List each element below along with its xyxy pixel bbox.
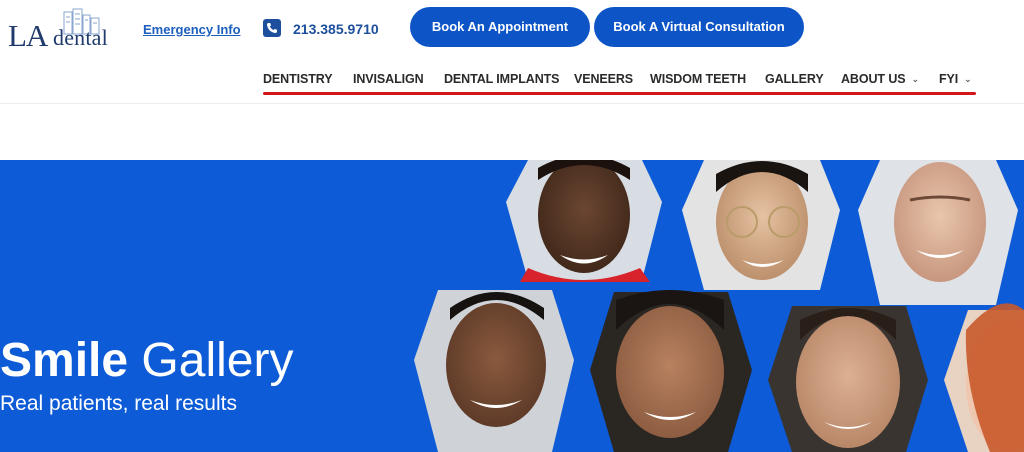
nav-item-label: ABOUT US: [841, 72, 906, 86]
phone-number-link[interactable]: 213.385.9710: [293, 21, 379, 37]
logo-text-la: LA: [8, 18, 48, 53]
nav-item-label: WISDOM TEETH: [650, 72, 747, 86]
hero-subtitle: Real patients, real results: [0, 392, 237, 415]
patient-photo: [768, 306, 928, 452]
patient-photo: [506, 160, 662, 282]
nav-item-fyi[interactable]: FYI ⌄: [939, 72, 972, 86]
nav-item-label: INVISALIGN: [353, 72, 424, 86]
nav-item-veneers[interactable]: VENEERS: [574, 72, 633, 86]
site-header: LA dental Emergency Info 213.385.9710 Bo…: [0, 0, 1024, 104]
hero-title: Smile Gallery: [0, 337, 293, 385]
book-appointment-button[interactable]: Book An Appointment: [410, 7, 590, 47]
chevron-down-icon: ⌄: [964, 74, 972, 84]
nav-item-gallery[interactable]: GALLERY: [765, 72, 824, 86]
emergency-info-link[interactable]: Emergency Info: [143, 22, 241, 37]
nav-item-label: GALLERY: [765, 72, 824, 86]
nav-item-label: FYI: [939, 72, 959, 86]
nav-item-label: VENEERS: [574, 72, 634, 86]
patient-photo: [858, 160, 1018, 305]
nav-item-dentistry[interactable]: DENTISTRY: [263, 72, 333, 86]
phone-icon: [263, 19, 281, 37]
book-virtual-consultation-button[interactable]: Book A Virtual Consultation: [594, 7, 804, 47]
ladental-logo[interactable]: LA dental: [6, 8, 126, 53]
hero-title-light: Gallery: [141, 334, 294, 387]
nav-item-invisalign[interactable]: INVISALIGN: [353, 72, 424, 86]
logo-text-dental: dental: [53, 25, 108, 50]
patient-photo: [414, 290, 574, 452]
patient-photo: [682, 160, 840, 290]
patient-photo: [590, 290, 752, 452]
patient-photo: [944, 303, 1024, 452]
hero-title-bold: Smile: [0, 334, 129, 387]
nav-item-about-us[interactable]: ABOUT US ⌄: [841, 72, 919, 86]
chevron-down-icon: ⌄: [911, 74, 919, 84]
nav-item-label: DENTAL IMPLANTS: [444, 72, 560, 86]
nav-active-underline: [263, 92, 976, 95]
smile-gallery-hero: Smile Gallery Real patients, real result…: [0, 160, 1024, 452]
nav-item-wisdom-teeth[interactable]: WISDOM TEETH: [650, 72, 746, 86]
nav-item-dental-implants[interactable]: DENTAL IMPLANTS: [444, 72, 560, 86]
nav-item-label: DENTISTRY: [263, 72, 333, 86]
